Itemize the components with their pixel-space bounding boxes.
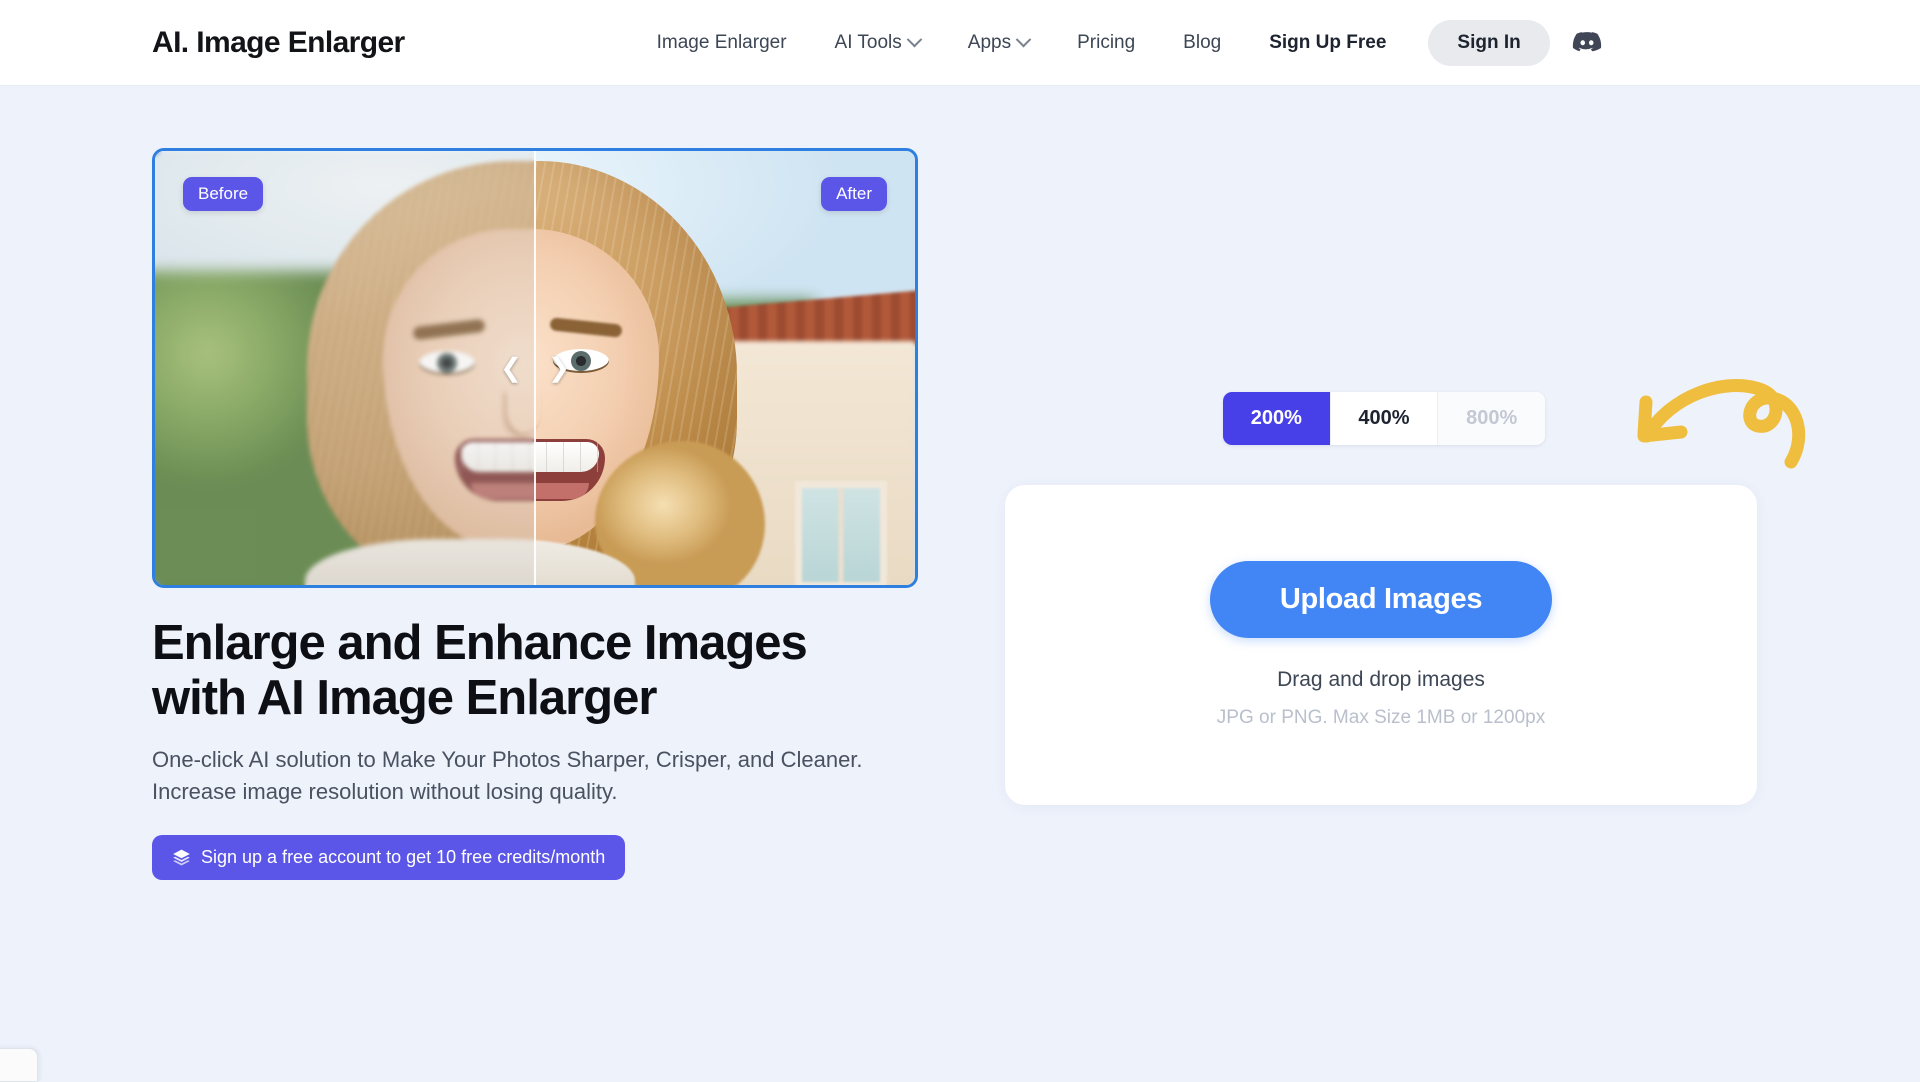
nav-item-apps[interactable]: Apps bbox=[944, 32, 1053, 54]
nav-label: Pricing bbox=[1077, 32, 1135, 54]
bottom-left-corner-tab[interactable] bbox=[0, 1048, 38, 1082]
chevron-down-icon bbox=[907, 32, 923, 48]
nav-label: Blog bbox=[1183, 32, 1221, 54]
nav-item-ai-tools[interactable]: AI Tools bbox=[811, 32, 944, 54]
scale-option-400[interactable]: 400% bbox=[1331, 392, 1439, 445]
scale-selector[interactable]: 200% 400% 800% bbox=[1223, 392, 1545, 445]
nav-item-blog[interactable]: Blog bbox=[1159, 32, 1245, 54]
hero-subtitle: One-click AI solution to Make Your Photo… bbox=[152, 744, 892, 808]
sign-in-button[interactable]: Sign In bbox=[1428, 20, 1549, 66]
before-blur-overlay bbox=[155, 151, 535, 585]
headline-line-2: with AI Image Enlarger bbox=[152, 671, 656, 725]
discord-icon[interactable] bbox=[1570, 26, 1604, 60]
page-title: Enlarge and Enhance Images with AI Image… bbox=[152, 616, 922, 726]
free-credits-cta[interactable]: Sign up a free account to get 10 free cr… bbox=[152, 835, 625, 880]
photo-window bbox=[795, 481, 887, 585]
uploader-column: 200% 400% 800% Upload Images Drag and dr… bbox=[1005, 392, 1775, 805]
hero-left-column: ❮ ❯ Before After Enlarge and Enhance Ima… bbox=[152, 148, 922, 880]
before-after-comparison-slider[interactable]: ❮ ❯ Before After bbox=[152, 148, 918, 588]
slider-handle[interactable]: ❮ ❯ bbox=[500, 353, 570, 384]
nav-label: Image Enlarger bbox=[657, 32, 787, 54]
site-logo[interactable]: AI. Image Enlarger bbox=[152, 26, 405, 60]
free-credits-label: Sign up a free account to get 10 free cr… bbox=[201, 847, 605, 868]
chevron-right-icon[interactable]: ❯ bbox=[548, 353, 570, 384]
nav-label: Sign Up Free bbox=[1269, 32, 1386, 54]
nav-item-sign-up-free[interactable]: Sign Up Free bbox=[1245, 32, 1410, 54]
page-body: ❮ ❯ Before After Enlarge and Enhance Ima… bbox=[0, 86, 1920, 1080]
nav-label: Apps bbox=[968, 32, 1011, 54]
chevron-left-icon[interactable]: ❮ bbox=[500, 353, 522, 384]
photo-iris bbox=[571, 351, 591, 371]
layers-icon bbox=[172, 848, 191, 867]
before-badge: Before bbox=[183, 177, 263, 211]
upload-images-button[interactable]: Upload Images bbox=[1210, 561, 1552, 638]
chevron-down-icon bbox=[1016, 32, 1032, 48]
upload-dropzone[interactable]: Upload Images Drag and drop images JPG o… bbox=[1005, 485, 1757, 805]
accepted-formats-hint: JPG or PNG. Max Size 1MB or 1200px bbox=[1217, 707, 1545, 729]
drag-drop-hint: Drag and drop images bbox=[1277, 668, 1485, 692]
scale-option-200[interactable]: 200% bbox=[1223, 392, 1331, 445]
subtitle-line-1: One-click AI solution to Make Your Photo… bbox=[152, 747, 774, 772]
headline-line-1: Enlarge and Enhance Images bbox=[152, 616, 807, 670]
nav-label: AI Tools bbox=[835, 32, 902, 54]
main-navigation: Image Enlarger AI Tools Apps Pricing Blo… bbox=[633, 20, 1604, 66]
scale-option-800[interactable]: 800% bbox=[1438, 392, 1545, 445]
site-header: AI. Image Enlarger Image Enlarger AI Too… bbox=[0, 0, 1920, 86]
nav-item-pricing[interactable]: Pricing bbox=[1053, 32, 1159, 54]
nav-item-image-enlarger[interactable]: Image Enlarger bbox=[633, 32, 811, 54]
after-badge: After bbox=[821, 177, 887, 211]
